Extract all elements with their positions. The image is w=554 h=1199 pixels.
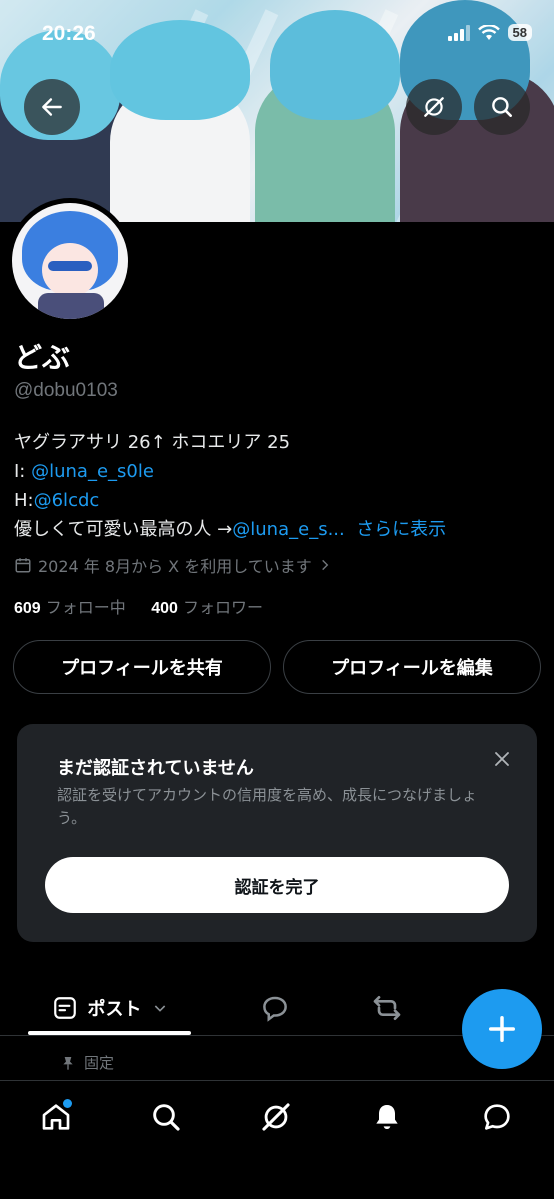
bio-text: I: bbox=[14, 461, 32, 482]
profile-avatar[interactable] bbox=[7, 198, 133, 324]
following-link[interactable]: 609 フォロー中 bbox=[14, 598, 126, 617]
tab-posts-label: ポスト bbox=[87, 999, 142, 1020]
repost-icon bbox=[373, 996, 401, 1020]
bio-line: ヤグラアサリ 26↑ ホコエリア 25 bbox=[14, 432, 291, 453]
compose-post-button[interactable] bbox=[462, 989, 542, 1069]
tab-posts[interactable]: ポスト bbox=[28, 980, 191, 1036]
joined-text: 2024 年 8月から X を利用しています bbox=[38, 557, 312, 576]
nav-grok[interactable] bbox=[256, 1097, 296, 1137]
message-icon bbox=[484, 1104, 510, 1130]
tab-reposts[interactable] bbox=[362, 980, 412, 1036]
profile-name: どぶ bbox=[14, 341, 71, 374]
pinned-indicator: 固定 bbox=[60, 1052, 114, 1073]
grok-icon bbox=[262, 1103, 290, 1131]
grok-icon bbox=[424, 97, 444, 117]
search-icon bbox=[153, 1104, 180, 1131]
battery-indicator: 58 bbox=[507, 24, 532, 41]
reply-icon bbox=[263, 996, 287, 1022]
bio-line: 優しくて可愛い最高の人 →@luna_e_s... さらに表示 bbox=[14, 515, 544, 544]
tab-replies[interactable] bbox=[250, 980, 300, 1036]
pin-icon bbox=[63, 1056, 73, 1070]
calendar-icon bbox=[15, 558, 31, 573]
pinned-label: 固定 bbox=[84, 1054, 115, 1072]
following-label: フォロー中 bbox=[45, 598, 126, 617]
verification-description: 認証を受けてアカウントの信用度を高め、成長につなげましょう。 bbox=[57, 786, 478, 827]
nav-messages[interactable] bbox=[477, 1097, 517, 1137]
back-button[interactable] bbox=[24, 79, 80, 135]
nav-notifications[interactable] bbox=[367, 1097, 407, 1137]
following-count: 609 bbox=[14, 600, 41, 617]
search-icon bbox=[492, 97, 512, 117]
bio-line: H:@6lcdc bbox=[14, 486, 544, 515]
grok-button[interactable] bbox=[406, 79, 462, 135]
close-card-button[interactable] bbox=[489, 746, 515, 772]
arrow-left-icon bbox=[42, 98, 62, 116]
complete-verification-button[interactable]: 認証を完了 bbox=[45, 857, 509, 913]
bio-text: H: bbox=[14, 490, 34, 511]
posts-icon bbox=[53, 997, 76, 1019]
verification-card: まだ認証されていません 認証を受けてアカウントの信用度を高め、成長につなげましょ… bbox=[17, 724, 537, 942]
show-more-link[interactable]: さらに表示 bbox=[356, 519, 446, 540]
status-bar: 20:26 58 bbox=[0, 0, 554, 70]
chevron-down-icon bbox=[154, 1005, 165, 1012]
notification-dot bbox=[63, 1099, 72, 1108]
status-time: 20:26 bbox=[42, 22, 96, 45]
bottom-navigation bbox=[0, 1080, 554, 1199]
close-icon bbox=[495, 752, 509, 766]
plus-icon bbox=[489, 1016, 515, 1042]
bio-mention-link[interactable]: @luna_e_s... bbox=[232, 519, 344, 540]
bio-line: I: @luna_e_s0le bbox=[14, 457, 544, 486]
follow-stats: 609 フォロー中 400 フォロワー bbox=[14, 594, 263, 618]
active-tab-indicator bbox=[28, 1031, 191, 1035]
search-button[interactable] bbox=[474, 79, 530, 135]
profile-bio: ヤグラアサリ 26↑ ホコエリア 25 I: @luna_e_s0le H:@6… bbox=[14, 428, 544, 544]
followers-label: フォロワー bbox=[183, 598, 264, 617]
chevron-right-icon bbox=[321, 559, 329, 571]
nav-home[interactable] bbox=[36, 1097, 76, 1137]
signal-icon bbox=[447, 24, 470, 41]
followers-link[interactable]: 400 フォロワー bbox=[151, 598, 263, 617]
verification-title: まだ認証されていません bbox=[57, 758, 254, 779]
bio-mention-link[interactable]: @luna_e_s0le bbox=[31, 461, 154, 482]
bio-text: 優しくて可愛い最高の人 → bbox=[14, 519, 233, 540]
nav-search[interactable] bbox=[146, 1097, 186, 1137]
joined-date[interactable]: 2024 年 8月から X を利用しています bbox=[14, 553, 332, 577]
edit-profile-button[interactable]: プロフィールを編集 bbox=[283, 640, 541, 694]
wifi-icon bbox=[477, 24, 500, 40]
followers-count: 400 bbox=[151, 600, 178, 617]
bio-mention-link[interactable]: @6lcdc bbox=[34, 490, 100, 511]
profile-handle: @dobu0103 bbox=[14, 380, 118, 401]
bell-icon bbox=[376, 1105, 398, 1129]
share-profile-button[interactable]: プロフィールを共有 bbox=[13, 640, 271, 694]
